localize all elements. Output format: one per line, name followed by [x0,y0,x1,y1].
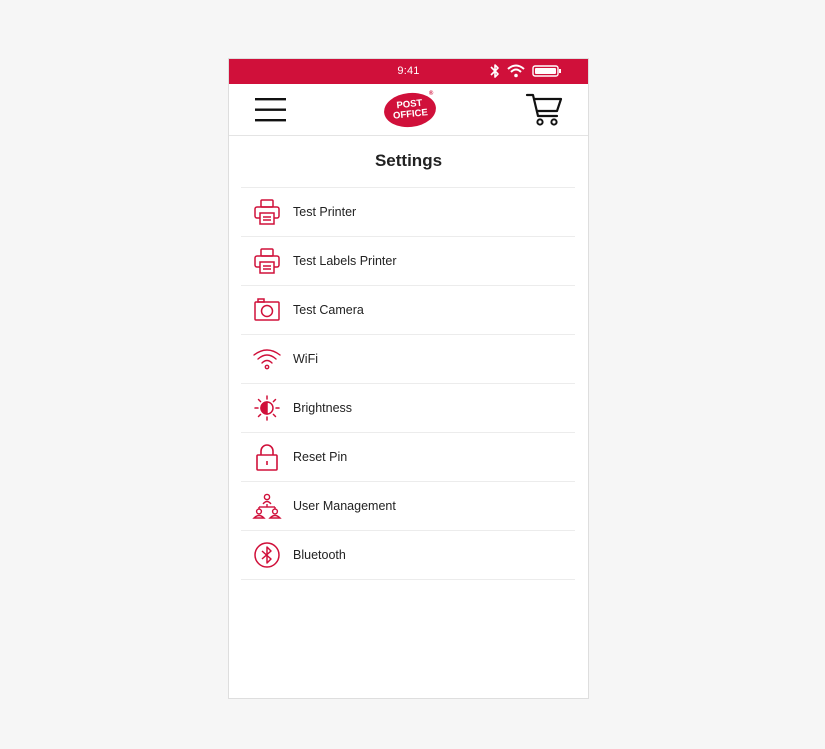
device-screen: 9:41 POST OFFICE ® Settings Test Printer… [228,58,589,699]
settings-item-label: Bluetooth [293,548,346,562]
bluetooth-icon [252,540,282,570]
lock-icon [252,442,282,472]
status-icons [490,63,562,79]
camera-icon [252,295,282,325]
settings-item-label: Test Labels Printer [293,254,397,268]
printer-icon [252,197,282,227]
settings-item-reset-pin[interactable]: Reset Pin [241,433,575,482]
settings-item-label: Test Camera [293,303,364,317]
cart-button[interactable] [525,92,565,128]
status-bar: 9:41 [229,59,588,84]
bluetooth-status-icon [490,63,500,79]
top-app-bar: POST OFFICE ® [229,84,588,136]
page-title: Settings [374,151,443,170]
menu-button[interactable] [254,96,288,124]
hamburger-menu-icon [255,98,286,122]
shopping-cart-icon [525,93,563,126]
wifi-icon [252,344,282,374]
settings-item-test-labels-printer[interactable]: Test Labels Printer [241,237,575,286]
brightness-icon [252,393,282,423]
settings-item-label: User Management [293,499,396,513]
settings-item-label: Reset Pin [293,450,348,464]
settings-item-label: Brightness [293,401,353,415]
battery-status-icon [532,64,562,78]
users-icon [252,491,282,521]
settings-item-wifi[interactable]: WiFi [241,335,575,384]
post-office-logo: POST OFFICE ® [382,90,438,130]
settings-item-label: Test Printer [293,205,357,219]
settings-item-test-camera[interactable]: Test Camera [241,286,575,335]
settings-list: Test Printer Test Labels Printer Test Ca… [241,187,575,580]
settings-item-user-management[interactable]: User Management [241,482,575,531]
logo-registered-mark: ® [428,90,434,97]
settings-item-brightness[interactable]: Brightness [241,384,575,433]
settings-item-bluetooth[interactable]: Bluetooth [241,531,575,580]
settings-item-label: WiFi [293,352,318,366]
settings-item-test-printer[interactable]: Test Printer [241,188,575,237]
wifi-status-icon [507,64,525,78]
printer-icon [252,246,282,276]
